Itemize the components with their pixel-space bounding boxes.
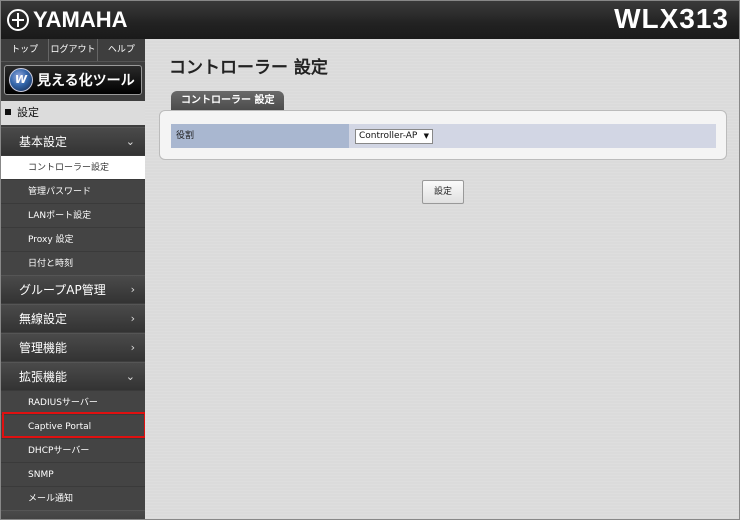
settings-section-label: 設定 (17, 106, 39, 119)
settings-panel: 役割 Controller-AP ▼ (159, 110, 727, 160)
menu-item-admin-password[interactable]: 管理パスワード (1, 179, 145, 203)
square-bullet-icon (5, 109, 11, 115)
nav-top-link[interactable]: トップ (1, 39, 50, 61)
category-basic-settings[interactable]: 基本設定 ⌄ (1, 127, 145, 155)
menu-item-mail-notification[interactable]: メール通知 (1, 486, 145, 510)
chevron-right-icon: › (130, 312, 135, 325)
brand-name: YAMAHA (33, 7, 128, 32)
category-label: 基本設定 (19, 135, 68, 149)
menu-item-proxy-settings[interactable]: Proxy 設定 (1, 227, 145, 251)
chevron-down-icon: ⌄ (125, 370, 135, 383)
role-select[interactable]: Controller-AP ▼ (355, 129, 433, 144)
tab-controller-settings[interactable]: コントローラー 設定 (171, 91, 285, 111)
category-cut-off[interactable] (1, 510, 145, 519)
nav-logout-link[interactable]: ログアウト (49, 39, 98, 61)
menu-item-dhcp-server[interactable]: DHCPサーバー (1, 438, 145, 462)
dropdown-arrow-icon: ▼ (423, 132, 429, 140)
menu-item-lan-port-settings[interactable]: LANポート設定 (1, 203, 145, 227)
category-label: 無線設定 (19, 312, 68, 326)
model-name: WLX313 (614, 3, 729, 34)
apply-settings-button[interactable]: 設定 (422, 180, 464, 204)
app-window: YAMAHA WLX313 トップ ログアウト ヘルプ W 見える化ツール 設定… (0, 0, 740, 520)
role-row: 役割 Controller-AP ▼ (171, 124, 716, 148)
top-navigation: トップ ログアウト ヘルプ (1, 39, 145, 62)
category-extended-functions[interactable]: 拡張機能 ⌄ (1, 362, 145, 390)
chevron-down-icon: ⌄ (125, 135, 135, 148)
sidebar: トップ ログアウト ヘルプ W 見える化ツール 設定 基本設定 ⌄ コントローラ… (1, 39, 146, 519)
category-management-functions[interactable]: 管理機能 › (1, 333, 145, 361)
settings-section-header: 設定 (1, 101, 145, 125)
page-title: コントローラー 設定 (169, 58, 328, 78)
category-label: グループAP管理 (19, 283, 106, 297)
menu-item-controller-settings[interactable]: コントローラー設定 (1, 155, 145, 179)
visualization-tool-button[interactable]: W 見える化ツール (4, 65, 142, 95)
category-wireless-settings[interactable]: 無線設定 › (1, 304, 145, 332)
category-group-ap-management[interactable]: グループAP管理 › (1, 275, 145, 303)
category-label: 拡張機能 (19, 370, 68, 384)
captive-portal-highlight-box (2, 412, 146, 438)
menu-item-radius-server[interactable]: RADIUSサーバー (1, 390, 145, 414)
chevron-right-icon: › (130, 283, 135, 296)
visualization-globe-icon: W (9, 68, 33, 92)
visualization-tool-label: 見える化ツール (37, 73, 135, 89)
nav-help-link[interactable]: ヘルプ (98, 39, 145, 61)
header-bar: YAMAHA WLX313 (1, 1, 739, 39)
main-content: コントローラー 設定 コントローラー 設定 役割 Controller-AP ▼… (145, 39, 739, 519)
role-label: 役割 (171, 124, 349, 148)
yamaha-emblem-icon (7, 9, 29, 31)
menu-item-snmp[interactable]: SNMP (1, 462, 145, 486)
category-label: 管理機能 (19, 341, 68, 355)
menu-item-date-time[interactable]: 日付と時刻 (1, 251, 145, 275)
role-select-value: Controller-AP (359, 131, 418, 141)
chevron-right-icon: › (130, 341, 135, 354)
yamaha-logo: YAMAHA (7, 6, 128, 34)
